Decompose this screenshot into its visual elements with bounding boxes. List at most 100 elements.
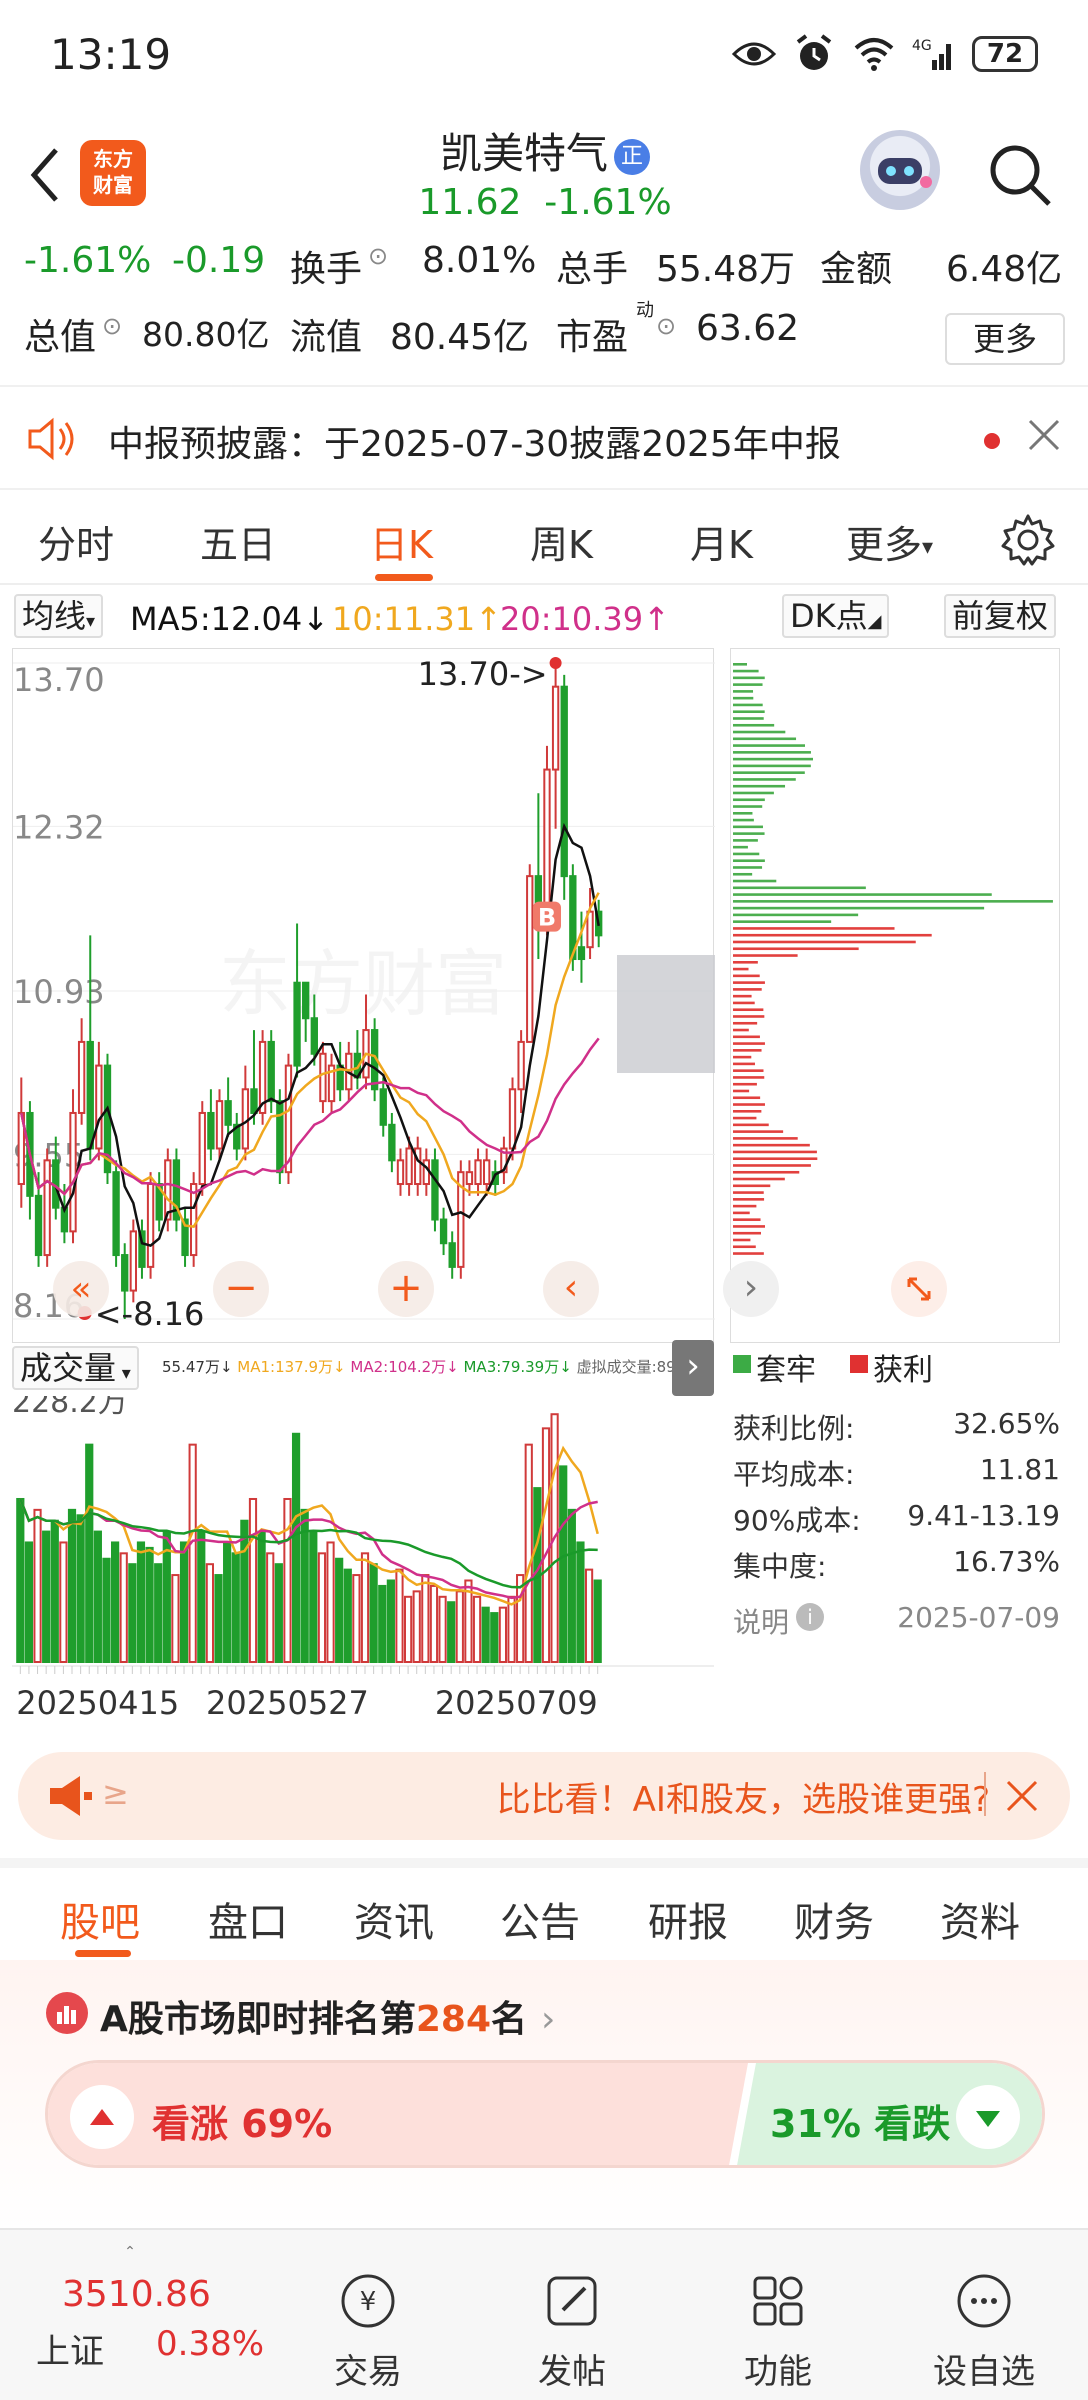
- volume-bar: [343, 1568, 352, 1663]
- chip-bar: [733, 1035, 760, 1039]
- chip-bar: [733, 1042, 765, 1045]
- scroll-left-fast-button[interactable]: «: [53, 1261, 109, 1317]
- candlestick-svg: 东方财富 13.7012.3210.939.558.16 13.70-><-8.…: [13, 655, 715, 1333]
- tab-news[interactable]: 资讯: [354, 1890, 434, 1948]
- volume-bar: [67, 1508, 77, 1663]
- app-logo[interactable]: 东方 财富: [80, 140, 146, 206]
- note-label[interactable]: 说明: [733, 1601, 789, 1641]
- volume-bar: [50, 1519, 59, 1664]
- promo-banner[interactable]: ≥ 比比看！AI和股友，选股谁更强?: [18, 1752, 1070, 1840]
- alarm-icon: [792, 32, 836, 76]
- volume-indicator-selector[interactable]: 成交量 ▾: [12, 1346, 139, 1390]
- volume-bar: [498, 1606, 507, 1663]
- info-circle-icon[interactable]: ⊙: [102, 312, 122, 340]
- tab-finance[interactable]: 财务: [794, 1890, 874, 1948]
- candlestick-chart[interactable]: 东方财富 13.70 12.32 10.93 9.55 8.16 13.70-> <-8.…: [12, 648, 715, 1343]
- back-button[interactable]: [20, 140, 80, 220]
- volume-bar: [240, 1519, 249, 1664]
- info-circle-icon[interactable]: ⊙: [368, 242, 388, 270]
- notice-text: 中报预披露：于2025-07-30披露2025年中报: [108, 424, 841, 465]
- tab-announcements[interactable]: 公告: [500, 1890, 580, 1948]
- chip-distribution: ›: [723, 648, 1060, 1343]
- back-arrow-icon: [30, 148, 58, 202]
- ai-robot-icon[interactable]: [860, 130, 940, 210]
- tab-five-day[interactable]: 五日: [200, 514, 276, 569]
- stock-name: 凯美特气正: [330, 120, 760, 181]
- tab-profile[interactable]: 资料: [940, 1890, 1020, 1948]
- chip-bar: [733, 1204, 757, 1208]
- candle-body: [560, 685, 568, 878]
- tab-intraday[interactable]: 分时: [38, 514, 114, 569]
- index-value: 3510.86: [62, 2274, 211, 2315]
- nav-post[interactable]: 发帖: [502, 2270, 642, 2393]
- volume-bar: [429, 1584, 439, 1663]
- zoom-in-button[interactable]: +: [378, 1261, 434, 1317]
- volume-bar: [59, 1541, 68, 1663]
- chip-bar: [733, 1049, 762, 1052]
- turnover-value: 8.01%: [422, 240, 537, 281]
- volume-bar: [369, 1563, 378, 1663]
- tab-pankou[interactable]: 盘口: [208, 1890, 288, 1948]
- chart-period-tabs: 分时 五日 日K 周K 月K 更多▾: [0, 500, 1088, 585]
- quote-change: -0.19: [172, 240, 266, 281]
- nav-add-watchlist[interactable]: 设自选: [914, 2270, 1054, 2393]
- chip-bar: [733, 1177, 785, 1181]
- ma-legend: 均线▾ MA5:12.04↓ 10:11.31↑ 20:10.39↑ DK点◢ …: [0, 590, 1088, 642]
- volume-bar: [128, 1563, 137, 1663]
- notice-bar[interactable]: 中报预披露：于2025-07-30披露2025年中报: [0, 385, 1088, 490]
- index-quote[interactable]: ⌃ 3510.86 上证 0.38%: [20, 2244, 264, 2372]
- tab-weekly-k[interactable]: 周K: [530, 514, 593, 569]
- vote-up-button[interactable]: [70, 2085, 134, 2149]
- close-icon[interactable]: [1002, 1776, 1042, 1820]
- volume-bar: [507, 1595, 516, 1663]
- triangle-up-icon: [90, 2109, 114, 2125]
- tab-research[interactable]: 研报: [648, 1890, 728, 1948]
- settings-gear-icon[interactable]: [1000, 512, 1056, 577]
- chip-bar: [733, 994, 752, 998]
- scroll-left-button[interactable]: ‹: [543, 1261, 599, 1317]
- info-circle-icon[interactable]: ⊙: [656, 312, 676, 340]
- close-icon[interactable]: [1026, 417, 1062, 457]
- nav-trade[interactable]: ¥ 交易: [298, 2270, 438, 2393]
- chip-bar: [733, 1123, 769, 1127]
- index-change: 0.38%: [156, 2324, 265, 2364]
- vote-down-button[interactable]: [956, 2085, 1020, 2149]
- bottom-navigation: ⌃ 3510.86 上证 0.38% ¥ 交易 发帖 功能 设自选: [0, 2228, 1088, 2400]
- ma-selector[interactable]: 均线▾: [14, 594, 104, 638]
- chip-bar: [733, 696, 754, 700]
- volume-bar: [93, 1530, 102, 1663]
- volume-bar: [42, 1530, 51, 1663]
- chip-bar: [733, 1110, 762, 1113]
- scroll-right-button[interactable]: ›: [723, 1261, 779, 1317]
- expand-indicators-button[interactable]: ›: [672, 1340, 714, 1396]
- tab-more[interactable]: 更多▾: [846, 514, 933, 569]
- tab-monthly-k[interactable]: 月K: [690, 514, 753, 569]
- volume-bar: [248, 1497, 258, 1663]
- info-icon[interactable]: i: [796, 1603, 824, 1631]
- dropdown-arrow-icon: ◢: [867, 611, 882, 632]
- adjust-selector[interactable]: 前复权: [944, 594, 1057, 638]
- ranking-title[interactable]: A股市场即时排名第284名 ›: [100, 1990, 555, 2042]
- search-button[interactable]: [985, 140, 1055, 210]
- more-dots-icon: [957, 2274, 1011, 2328]
- volume-max-label: 228.2万: [12, 1396, 128, 1420]
- nav-functions[interactable]: 功能: [708, 2270, 848, 2393]
- volume-bar: [85, 1443, 94, 1663]
- tab-guba[interactable]: 股吧: [60, 1890, 140, 1948]
- stock-price-line: 11.62 -1.61%: [330, 182, 760, 223]
- volume-chart[interactable]: 成交量 ▾ 55.47万↓ MA1:137.9万↓ MA2:104.2万↓ MA…: [12, 1340, 715, 1732]
- volume-bar: [291, 1432, 301, 1663]
- legend-swatch-hold: [733, 1355, 751, 1373]
- signal-icon: 4G: [912, 32, 956, 76]
- volume-value: 55.48万: [656, 249, 796, 290]
- legend-hold: 套牢: [756, 1353, 816, 1388]
- volume-bar: [386, 1579, 395, 1663]
- candle-body: [586, 910, 594, 949]
- zoom-out-button[interactable]: −: [213, 1261, 269, 1317]
- chip-bar: [733, 859, 765, 863]
- header-price: 11.62: [418, 182, 522, 223]
- expand-icon[interactable]: [891, 1261, 947, 1317]
- tab-daily-k[interactable]: 日K: [370, 514, 433, 569]
- dk-point-selector[interactable]: DK点◢: [782, 594, 890, 638]
- more-button[interactable]: 更多: [945, 313, 1065, 365]
